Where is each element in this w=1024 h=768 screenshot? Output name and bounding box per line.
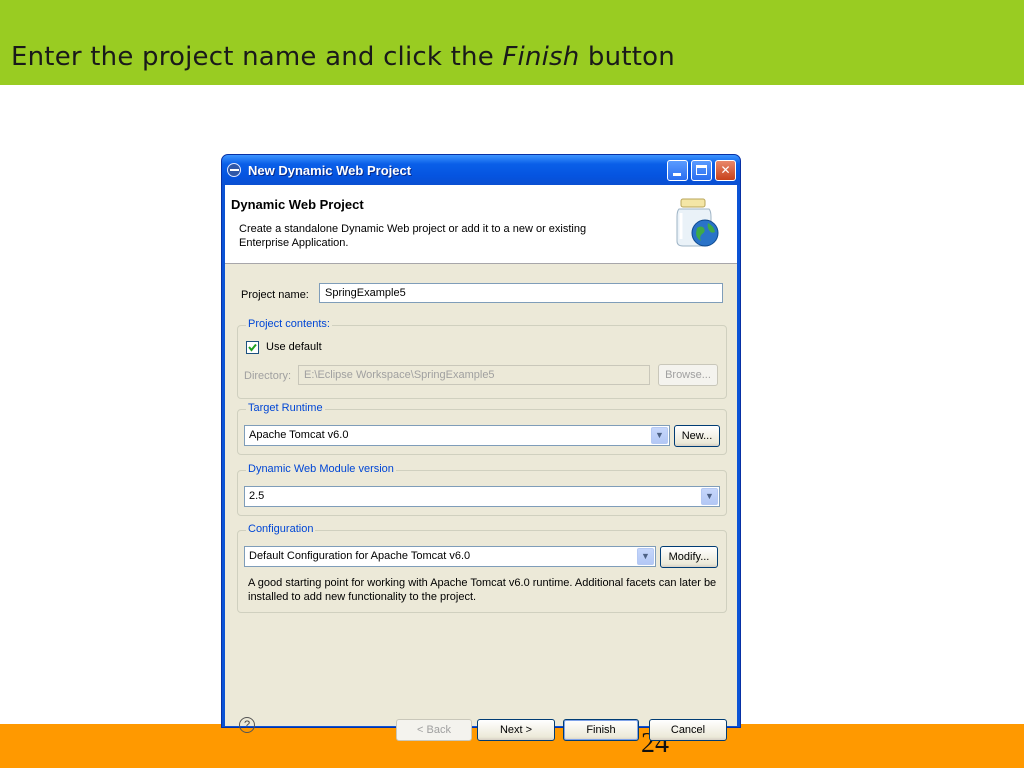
new-dynamic-web-project-dialog: New Dynamic Web Project ✕ Dynamic Web Pr…	[221, 154, 741, 741]
banner-description: Create a standalone Dynamic Web project …	[239, 223, 587, 249]
browse-button[interactable]: Browse...	[658, 364, 718, 386]
chevron-down-icon[interactable]: ▼	[651, 427, 668, 444]
slide-title: Enter the project name and click the Fin…	[11, 42, 675, 72]
configuration-select[interactable]: Default Configuration for Apache Tomcat …	[244, 546, 656, 567]
configuration-description: A good starting point for working with A…	[248, 577, 717, 603]
project-contents-group: Project contents: Use default Directory:…	[237, 318, 727, 399]
maximize-button[interactable]	[691, 160, 712, 181]
cancel-button[interactable]: Cancel	[649, 719, 727, 741]
next-button[interactable]: Next >	[477, 719, 555, 741]
close-icon: ✕	[720, 163, 731, 177]
minimize-button[interactable]	[667, 160, 688, 181]
module-version-group: Dynamic Web Module version 2.5 ▼	[237, 463, 727, 516]
target-runtime-group-label: Target Runtime	[246, 402, 325, 414]
close-button[interactable]: ✕	[715, 160, 736, 181]
use-default-checkbox[interactable]	[246, 341, 259, 354]
chevron-down-icon[interactable]: ▼	[637, 548, 654, 565]
target-runtime-select[interactable]: Apache Tomcat v6.0 ▼	[244, 425, 670, 446]
help-icon[interactable]: ?	[239, 717, 255, 733]
configuration-group: Configuration Default Configuration for …	[237, 523, 727, 613]
checkmark-icon	[248, 343, 257, 352]
directory-input[interactable]: E:\Eclipse Workspace\SpringExample5	[298, 365, 650, 385]
chevron-down-icon[interactable]: ▼	[701, 488, 718, 505]
configuration-group-label: Configuration	[246, 523, 316, 535]
new-runtime-button[interactable]: New...	[674, 425, 720, 447]
slide-title-suffix: button	[579, 42, 675, 72]
maximize-icon	[696, 165, 707, 175]
use-default-label: Use default	[266, 341, 322, 353]
target-runtime-group: Target Runtime Apache Tomcat v6.0 ▼ New.…	[237, 402, 727, 455]
eclipse-icon	[227, 163, 241, 177]
minimize-icon	[673, 173, 681, 176]
finish-button[interactable]: Finish	[563, 719, 639, 741]
modify-configuration-button[interactable]: Modify...	[660, 546, 718, 568]
slide-title-text: Enter the project name and click the	[11, 42, 503, 72]
module-version-select[interactable]: 2.5 ▼	[244, 486, 720, 507]
target-runtime-value: Apache Tomcat v6.0	[249, 429, 349, 441]
module-version-group-label: Dynamic Web Module version	[246, 463, 396, 475]
window-title: New Dynamic Web Project	[248, 163, 412, 178]
module-version-value: 2.5	[249, 490, 265, 502]
dialog-client-area: Dynamic Web Project Create a standalone …	[225, 185, 737, 741]
back-button[interactable]: < Back	[396, 719, 472, 741]
jar-globe-icon	[676, 198, 719, 247]
title-bar[interactable]: New Dynamic Web Project ✕	[222, 155, 740, 185]
project-contents-group-label: Project contents:	[246, 318, 332, 330]
wizard-banner: Dynamic Web Project Create a standalone …	[225, 185, 737, 264]
project-name-label: Project name:	[241, 289, 309, 301]
banner-title: Dynamic Web Project	[231, 197, 364, 212]
slide-title-emphasis: Finish	[502, 42, 580, 72]
project-name-input[interactable]: SpringExample5	[319, 283, 723, 303]
configuration-value: Default Configuration for Apache Tomcat …	[249, 550, 471, 562]
directory-label: Directory:	[244, 370, 292, 382]
